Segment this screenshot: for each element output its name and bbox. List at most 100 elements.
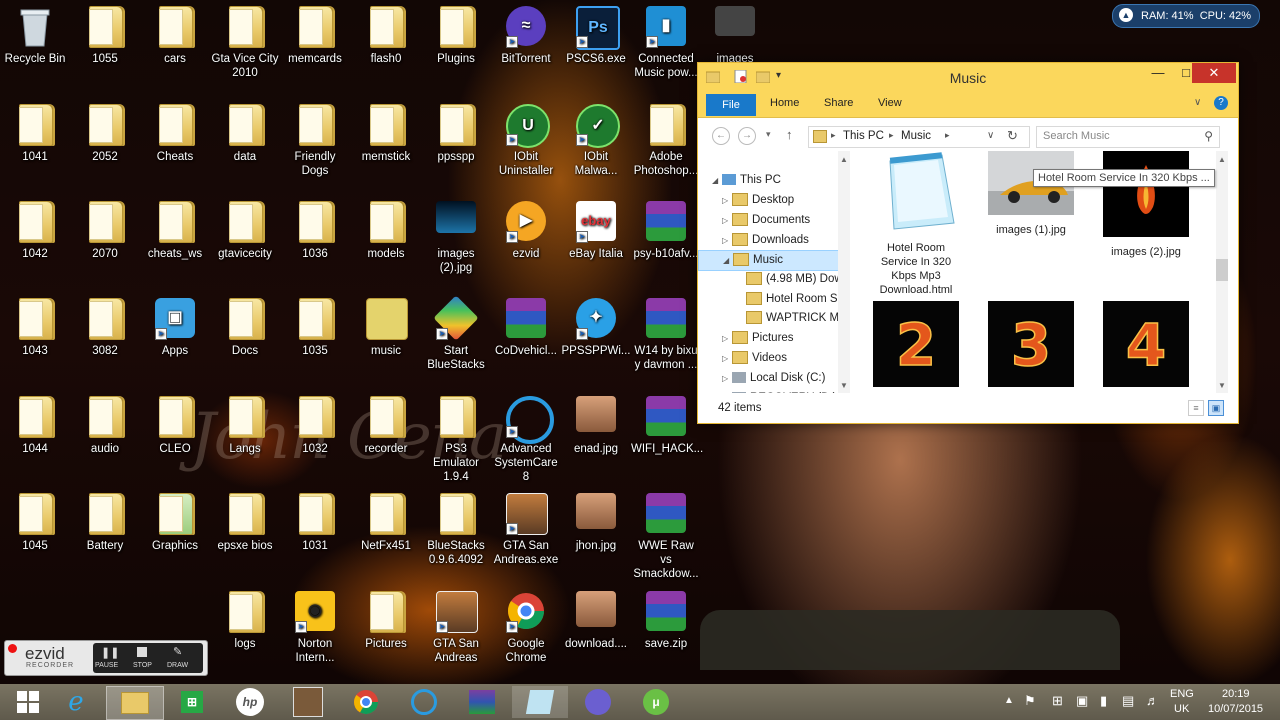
collapsed-arrow-icon[interactable]: ▷ — [722, 211, 732, 230]
nav-item[interactable]: WAPTRICK MP — [698, 309, 850, 328]
scroll-thumb[interactable] — [1216, 259, 1228, 281]
desktop-icon[interactable]: 1035 — [280, 298, 350, 358]
nav-item[interactable]: ▷ RECOVERY (D:) — [698, 389, 850, 393]
language-code[interactable]: ENG — [1170, 688, 1194, 700]
desktop-icon[interactable]: 1043 — [0, 298, 70, 358]
nav-item[interactable]: ▷ Downloads — [698, 231, 850, 250]
desktop-icon[interactable]: CoDvehicl... — [491, 298, 561, 358]
taskbar-winrar[interactable] — [454, 686, 510, 718]
desktop-icon[interactable]: logs — [210, 591, 280, 651]
desktop-icon[interactable]: Friendly Dogs — [280, 104, 350, 178]
desktop-icon[interactable]: enad.jpg — [561, 396, 631, 456]
file-item[interactable]: Hotel Room Service In 320 Kbps Mp3 Downl… — [870, 151, 962, 297]
desktop-icon[interactable]: cars — [140, 6, 210, 66]
refresh-icon[interactable]: ↻ — [1007, 128, 1018, 144]
desktop-icon[interactable]: ≈ ➤ BitTorrent — [491, 6, 561, 66]
content-scrollbar[interactable]: ▲ ▼ — [1216, 151, 1228, 393]
search-icon[interactable]: ⚲ — [1204, 129, 1213, 143]
desktop-icon[interactable]: ➤ GTA San Andreas — [421, 591, 491, 665]
desktop-icon[interactable]: Pictures — [351, 591, 421, 651]
nav-item[interactable]: ◢ Music — [698, 250, 850, 271]
file-item[interactable]: 3 — [985, 301, 1077, 393]
desktop-icon[interactable]: psy-b10afv... — [631, 201, 701, 261]
collapsed-arrow-icon[interactable]: ▷ — [722, 231, 732, 250]
desktop-icon[interactable]: Plugins — [421, 6, 491, 66]
desktop-icon[interactable]: Adobe Photoshop... — [631, 104, 701, 178]
desktop-icon[interactable]: ➤ Advanced SystemCare 8 — [491, 396, 561, 484]
desktop-icon[interactable]: gtavicecity — [210, 201, 280, 261]
file-item[interactable]: 2 — [870, 301, 962, 393]
desktop-icon[interactable]: 3082 — [70, 298, 140, 358]
minimize-button[interactable]: — — [1144, 63, 1172, 83]
battery-icon[interactable]: ▮ — [1100, 693, 1107, 709]
desktop-icon[interactable]: 2070 — [70, 201, 140, 261]
up-button[interactable]: ↑ — [786, 127, 793, 142]
windows-tray-icon[interactable]: ⊞ — [1052, 693, 1063, 709]
file-item[interactable]: 4 — [1100, 301, 1192, 393]
help-icon[interactable]: ? — [1214, 96, 1228, 110]
desktop-icon[interactable]: memcards — [280, 6, 350, 66]
stop-icon[interactable] — [137, 647, 147, 657]
desktop-icon[interactable]: 1044 — [0, 396, 70, 456]
stop-button[interactable]: STOP — [133, 662, 152, 669]
address-dropdown-icon[interactable]: ∨ — [987, 130, 994, 141]
desktop-icon[interactable]: ebay ➤ eBay Italia — [561, 201, 631, 261]
taskbar-systemcare[interactable] — [396, 686, 452, 718]
file-item[interactable]: images (1).jpg — [985, 151, 1077, 237]
taskbar-store[interactable]: ⊞ — [164, 686, 220, 718]
desktop-icon[interactable]: data — [210, 104, 280, 164]
desktop-icon[interactable]: Ps ➤ PSCS6.exe — [561, 6, 631, 66]
pause-button[interactable]: PAUSE — [95, 662, 118, 669]
desktop-icon[interactable]: PS3 Emulator 1.9.4 — [421, 396, 491, 484]
desktop-icon[interactable]: ppsspp — [421, 104, 491, 164]
desktop-icon[interactable]: ✓ ➤ IObit Malwa... — [561, 104, 631, 178]
show-hidden-icons[interactable]: ▲ — [1004, 695, 1014, 706]
details-view-icon[interactable]: ≡ — [1188, 400, 1204, 416]
desktop-icon[interactable]: audio — [70, 396, 140, 456]
desktop-icon[interactable]: 1045 — [0, 493, 70, 553]
desktop-icon[interactable]: 1036 — [280, 201, 350, 261]
desktop-icon[interactable]: models — [351, 201, 421, 261]
nav-item[interactable]: Hotel Room Se — [698, 290, 850, 309]
nav-item[interactable]: ▷ Desktop — [698, 191, 850, 210]
desktop-icon[interactable]: memstick — [351, 104, 421, 164]
desktop-icon[interactable]: Gta Vice City 2010 — [210, 6, 280, 80]
draw-button[interactable]: DRAW — [167, 662, 188, 669]
desktop-icon[interactable]: ➤ GTA San Andreas.exe — [491, 493, 561, 567]
back-button[interactable]: ← — [712, 127, 730, 145]
desktop-icon[interactable]: 1031 — [280, 493, 350, 553]
taskbar-gta[interactable] — [280, 686, 336, 718]
desktop-icon[interactable]: Battery — [70, 493, 140, 553]
taskbar-chrome[interactable] — [338, 686, 394, 718]
desktop-icon[interactable]: CLEO — [140, 396, 210, 456]
pause-icon[interactable]: ❚❚ — [101, 646, 119, 659]
title-bar[interactable]: ▾ Music — □ ✕ — [698, 63, 1238, 93]
expand-ribbon-icon[interactable]: ∨ — [1194, 97, 1201, 108]
volume-icon[interactable]: ♬ — [1146, 693, 1159, 708]
desktop-icon[interactable]: ◉ ➤ Norton Intern... — [280, 591, 350, 665]
desktop-icon[interactable]: ▣ ➤ Apps — [140, 298, 210, 358]
expanded-arrow-icon[interactable]: ◢ — [723, 251, 733, 270]
desktop-icon[interactable]: NetFx451 — [351, 493, 421, 553]
desktop-icon[interactable]: U ➤ IObit Uninstaller — [491, 104, 561, 178]
nav-item[interactable]: ▷ Local Disk (C:) — [698, 369, 850, 388]
draw-icon[interactable]: ✎ — [173, 645, 182, 658]
network-icon[interactable]: ▤ — [1122, 693, 1134, 709]
desktop-icon[interactable]: Recycle Bin — [0, 6, 70, 66]
desktop-icon[interactable]: ➤ Start BlueStacks — [421, 295, 491, 372]
desktop-icon[interactable]: Cheats — [140, 104, 210, 164]
desktop-icon[interactable]: BlueStacks 0.9.6.4092 — [421, 493, 491, 567]
nav-item[interactable]: ▷ Pictures — [698, 329, 850, 348]
forward-button[interactable]: → — [738, 127, 756, 145]
desktop-icon[interactable]: epsxe bios — [210, 493, 280, 553]
address-bar[interactable]: ▸ This PC ▸ Music ▸ ∨ ↻ — [808, 126, 1030, 148]
clock-time[interactable]: 20:19 — [1222, 688, 1250, 700]
ram-cpu-widget[interactable]: ▲ RAM: 41% CPU: 42% — [1112, 4, 1261, 28]
desktop-icon[interactable]: 1042 — [0, 201, 70, 261]
desktop-icon[interactable]: images (2).jpg — [421, 201, 491, 275]
nav-scrollbar[interactable]: ▲ ▼ — [838, 151, 850, 393]
expanded-arrow-icon[interactable]: ◢ — [712, 171, 722, 190]
nav-item[interactable]: (4.98 MB) Down — [698, 270, 850, 289]
breadcrumb-this-pc[interactable]: This PC — [843, 130, 884, 142]
tab-home[interactable]: Home — [770, 97, 799, 109]
